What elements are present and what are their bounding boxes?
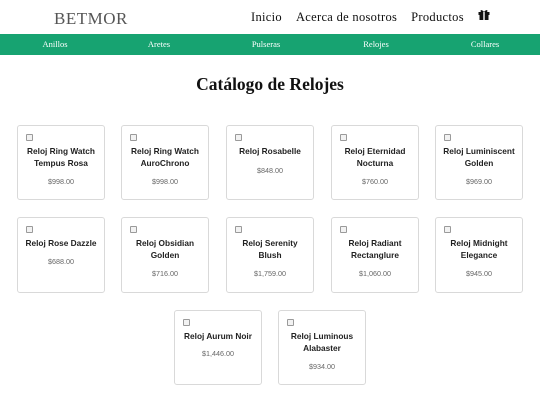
product-name: Reloj Serenity Blush — [242, 238, 298, 260]
product-name: Reloj Ring Watch AuroChrono — [131, 146, 199, 168]
product-name: Reloj Radiant Rectanglure — [348, 238, 402, 260]
category-aretes[interactable]: Aretes — [148, 39, 170, 49]
product-card[interactable]: Reloj Rosabelle $848.00 — [226, 125, 314, 200]
product-image — [235, 226, 242, 233]
product-card[interactable]: Reloj Obsidian Golden $716.00 — [121, 217, 209, 293]
product-price: $760.00 — [362, 177, 388, 186]
category-anillos[interactable]: Anillos — [42, 39, 67, 49]
product-price: $1,759.00 — [254, 269, 286, 278]
product-name: Reloj Obsidian Golden — [135, 238, 195, 260]
category-collares[interactable]: Collares — [471, 39, 499, 49]
site-header: BETMOR Inicio Acerca de nosotros Product… — [0, 0, 540, 34]
product-card[interactable]: Reloj Radiant Rectanglure $1,060.00 — [331, 217, 419, 293]
product-price: $934.00 — [309, 362, 335, 371]
main-nav: Inicio Acerca de nosotros Productos — [251, 10, 464, 25]
product-name: Reloj Ring Watch Tempus Rosa — [27, 146, 95, 168]
nav-productos[interactable]: Productos — [411, 10, 464, 25]
product-image — [26, 134, 33, 141]
product-image — [130, 226, 137, 233]
nav-acerca[interactable]: Acerca de nosotros — [296, 10, 397, 25]
product-price: $998.00 — [48, 177, 74, 186]
product-name: Reloj Rosabelle — [239, 146, 301, 156]
product-card[interactable]: Reloj Luminous Alabaster $934.00 — [278, 310, 366, 385]
product-card[interactable]: Reloj Rose Dazzle $688.00 — [17, 217, 105, 293]
product-image — [444, 226, 451, 233]
product-card[interactable]: Reloj Midnight Elegance $945.00 — [435, 217, 523, 293]
category-relojes[interactable]: Relojes — [363, 39, 389, 49]
product-card[interactable]: Reloj Serenity Blush $1,759.00 — [226, 217, 314, 293]
product-price: $1,446.00 — [202, 349, 234, 358]
page-title: Catálogo de Relojes — [196, 74, 344, 94]
product-image — [287, 319, 294, 326]
gift-icon[interactable] — [478, 9, 490, 20]
product-price: $716.00 — [152, 269, 178, 278]
product-name: Reloj Eternidad Nocturna — [344, 146, 406, 168]
product-name: Reloj Luminous Alabaster — [290, 331, 354, 353]
category-bar: Anillos Aretes Pulseras Relojes Collares — [0, 34, 540, 55]
product-image — [340, 134, 347, 141]
product-image — [130, 134, 137, 141]
product-card[interactable]: Reloj Ring Watch AuroChrono $998.00 — [121, 125, 209, 200]
product-name: Reloj Midnight Elegance — [450, 238, 508, 260]
product-price: $688.00 — [48, 257, 74, 266]
product-card[interactable]: Reloj Luminiscent Golden $969.00 — [435, 125, 523, 200]
site-logo[interactable]: BETMOR — [54, 9, 128, 29]
product-price: $998.00 — [152, 177, 178, 186]
product-price: $848.00 — [257, 166, 283, 175]
product-price: $945.00 — [466, 269, 492, 278]
product-card[interactable]: Reloj Ring Watch Tempus Rosa $998.00 — [17, 125, 105, 200]
product-price: $969.00 — [466, 177, 492, 186]
product-image — [26, 226, 33, 233]
category-pulseras[interactable]: Pulseras — [252, 39, 280, 49]
product-name: Reloj Luminiscent Golden — [443, 146, 515, 168]
nav-inicio[interactable]: Inicio — [251, 10, 282, 25]
product-image — [235, 134, 242, 141]
product-image — [340, 226, 347, 233]
product-card[interactable]: Reloj Aurum Noir $1,446.00 — [174, 310, 262, 385]
product-name: Reloj Aurum Noir — [184, 331, 252, 341]
product-name: Reloj Rose Dazzle — [25, 238, 97, 248]
product-price: $1,060.00 — [359, 269, 391, 278]
product-card[interactable]: Reloj Eternidad Nocturna $760.00 — [331, 125, 419, 200]
product-image — [444, 134, 451, 141]
product-image — [183, 319, 190, 326]
